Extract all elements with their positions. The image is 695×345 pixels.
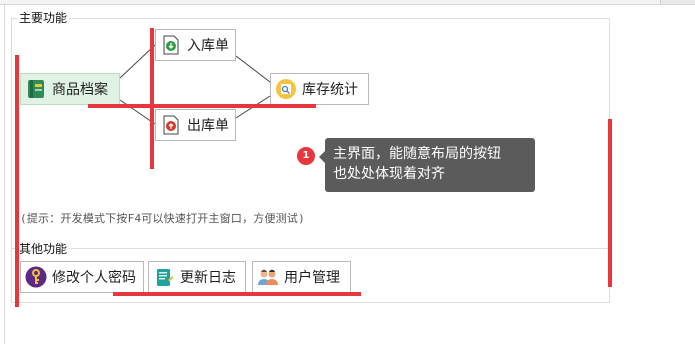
change-password-button[interactable]: 修改个人密码 xyxy=(20,261,144,293)
users-icon xyxy=(257,266,279,288)
inventory-stats-button[interactable]: 库存统计 xyxy=(270,73,369,105)
change-password-label: 修改个人密码 xyxy=(52,270,136,286)
notebook-icon xyxy=(153,266,175,288)
inventory-stats-label: 库存统计 xyxy=(302,82,358,98)
green-down-arrow-icon xyxy=(160,34,182,56)
key-icon xyxy=(25,266,47,288)
update-log-button[interactable]: 更新日志 xyxy=(148,261,246,293)
stock-out-label: 出库单 xyxy=(187,118,229,134)
alignment-guide-bottom xyxy=(113,292,361,296)
frame-left-border xyxy=(4,4,5,344)
red-up-arrow-icon xyxy=(160,114,182,136)
user-management-label: 用户管理 xyxy=(284,270,340,286)
other-section-title: 其他功能 xyxy=(17,242,70,256)
tooltip-line-1: 主界面，能随意布局的按钮 xyxy=(333,146,501,162)
book-icon xyxy=(25,78,47,100)
top-bar-tab xyxy=(0,0,661,4)
update-log-label: 更新日志 xyxy=(180,270,236,286)
window-top-bar xyxy=(0,0,695,5)
user-management-button[interactable]: 用户管理 xyxy=(252,261,351,293)
stats-chart-icon xyxy=(275,78,297,100)
annotation-badge: 1 xyxy=(297,147,315,165)
goods-archive-label: 商品档案 xyxy=(52,82,108,98)
tooltip-arrow xyxy=(319,151,325,163)
alignment-guide-center-vertical xyxy=(150,28,154,169)
group-separator xyxy=(12,248,609,249)
alignment-guide-right xyxy=(608,119,612,287)
hint-text: (提示：开发模式下按F4可以快速打开主窗口，方便测试) xyxy=(20,212,305,225)
goods-archive-button[interactable]: 商品档案 xyxy=(20,73,120,105)
stock-in-button[interactable]: 入库单 xyxy=(155,29,236,61)
tooltip-line-2: 也处处体现着对齐 xyxy=(333,166,445,182)
stock-out-button[interactable]: 出库单 xyxy=(155,109,236,141)
main-section-title: 主要功能 xyxy=(17,11,70,25)
alignment-guide-center-horizontal xyxy=(88,104,316,108)
annotation-tooltip: 主界面，能随意布局的按钮 也处处体现着对齐 xyxy=(319,138,535,192)
stock-in-label: 入库单 xyxy=(187,38,229,54)
alignment-guide-left xyxy=(15,55,19,307)
